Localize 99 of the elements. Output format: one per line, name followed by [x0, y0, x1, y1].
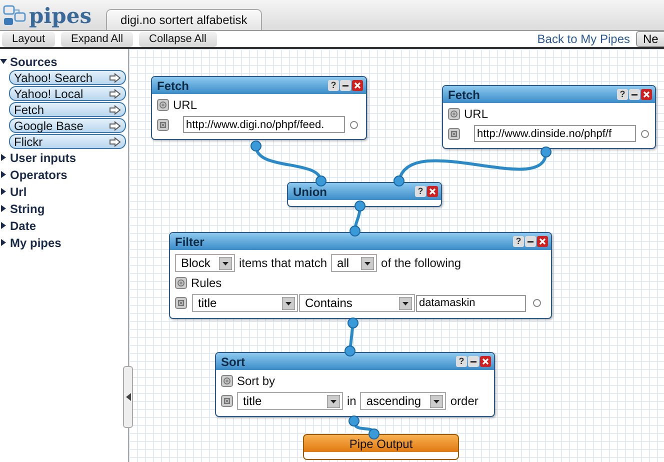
remove-icon[interactable] [175, 297, 187, 309]
mode-dropdown[interactable]: Block [175, 254, 235, 272]
toolbar-button[interactable]: Collapse All [139, 32, 216, 46]
wire-terminal[interactable] [250, 140, 262, 152]
add-icon[interactable] [157, 99, 169, 111]
dropdown-caret-icon[interactable] [430, 394, 444, 408]
operator-dropdown[interactable]: Contains [299, 294, 415, 312]
pipe-tab[interactable]: digi.no sortert alfabetisk [106, 9, 262, 30]
source-item[interactable]: Yahoo! Search [9, 70, 126, 85]
logo-text: pipes [29, 2, 92, 28]
collapsed-triangle-icon[interactable] [0, 154, 7, 161]
sidebar-section[interactable]: Url [0, 183, 128, 200]
module-title: Pipe Output [349, 437, 413, 453]
sidebar-section[interactable]: User inputs [0, 149, 128, 166]
drag-arrow-icon [109, 72, 121, 82]
collapsed-triangle-icon[interactable] [0, 222, 7, 229]
collapsed-triangle-icon[interactable] [0, 239, 7, 246]
sidebar-section[interactable]: Date [0, 217, 128, 234]
wire-terminal[interactable] [350, 226, 360, 236]
wire-terminal[interactable] [348, 416, 360, 426]
add-icon[interactable] [221, 375, 233, 387]
direction-dropdown[interactable]: ascending [360, 392, 446, 410]
toolbar-button[interactable]: Expand All [61, 32, 134, 46]
value-field[interactable]: datamaskin [416, 294, 526, 312]
dropdown-caret-icon[interactable] [282, 296, 295, 310]
terminal-icon[interactable] [532, 298, 542, 308]
toolbar-button[interactable]: Layout [2, 32, 56, 46]
drag-arrow-icon [109, 88, 121, 98]
match-dropdown[interactable]: all [331, 254, 378, 272]
dropdown-caret-icon[interactable] [327, 394, 340, 408]
field-dropdown[interactable]: title [237, 392, 343, 410]
dropdown-caret-icon[interactable] [399, 296, 412, 310]
help-button[interactable]: ? [415, 186, 426, 197]
sidebar-section[interactable]: Operators [0, 166, 128, 183]
add-icon[interactable] [175, 277, 187, 289]
close-icon[interactable] [427, 186, 438, 197]
remove-icon[interactable] [221, 395, 233, 407]
sort-text: order [450, 394, 478, 408]
minimize-icon[interactable] [525, 236, 536, 247]
field-label: Rules [191, 276, 222, 290]
close-icon[interactable] [480, 356, 491, 367]
terminal-icon[interactable] [349, 120, 359, 130]
close-icon[interactable] [641, 89, 652, 100]
close-icon[interactable] [352, 80, 363, 91]
remove-icon[interactable] [448, 128, 460, 140]
field-label: Sort by [237, 374, 276, 388]
add-icon[interactable] [448, 108, 460, 120]
collapsed-triangle-icon[interactable] [0, 171, 7, 178]
dropdown-caret-icon[interactable] [361, 256, 374, 270]
collapse-handle[interactable] [123, 366, 133, 428]
module-title: Sort [221, 354, 245, 368]
help-button[interactable]: ? [456, 356, 467, 367]
collapse-arrow-icon[interactable] [126, 393, 130, 401]
sidebar-section[interactable]: String [0, 200, 128, 217]
filter-text: items that match [239, 256, 328, 270]
wire-terminal[interactable] [348, 318, 358, 328]
wire-terminal[interactable] [316, 176, 326, 186]
sidebar-section[interactable]: Sources [0, 53, 128, 70]
back-link[interactable]: Back to My Pipes [537, 32, 630, 46]
terminal-icon[interactable] [640, 128, 650, 138]
minimize-icon[interactable] [468, 356, 479, 367]
dropdown-caret-icon[interactable] [219, 256, 232, 270]
sidebar-section[interactable]: My pipes [0, 234, 128, 251]
url-field[interactable]: http://www.dinside.no/phpf/f [474, 125, 636, 142]
source-item[interactable]: Yahoo! Local [9, 86, 126, 101]
logo-icon [2, 3, 28, 27]
wire-terminal[interactable] [344, 346, 356, 356]
wire-terminal[interactable] [540, 146, 552, 158]
pipe-output-module[interactable]: Pipe Output [303, 434, 459, 460]
collapsed-triangle-icon[interactable] [0, 205, 7, 212]
wire-terminal[interactable] [354, 200, 366, 212]
wire-terminal[interactable] [394, 176, 404, 186]
toolbar-button[interactable]: Ne [636, 31, 664, 47]
wire-terminal[interactable] [368, 428, 380, 440]
sort-text: in [347, 394, 356, 408]
field-label: URL [173, 98, 198, 112]
module-title: Fetch [448, 88, 480, 102]
module-title: Union [293, 184, 327, 198]
minimize-icon[interactable] [340, 80, 351, 91]
source-item[interactable]: Fetch [9, 102, 126, 117]
expanded-triangle-icon[interactable] [0, 58, 7, 65]
minimize-icon[interactable] [629, 89, 640, 100]
source-item[interactable]: Google Base [9, 118, 126, 133]
remove-icon[interactable] [157, 118, 169, 130]
drag-arrow-icon [109, 136, 121, 146]
help-button[interactable]: ? [617, 89, 628, 100]
source-item[interactable]: Flickr [9, 134, 126, 149]
drag-arrow-icon [109, 104, 121, 114]
close-icon[interactable] [537, 236, 548, 247]
module-title: Fetch [157, 78, 190, 92]
drag-arrow-icon [109, 120, 121, 130]
help-button[interactable]: ? [328, 80, 339, 91]
field-dropdown[interactable]: title [192, 294, 298, 312]
field-label: URL [464, 107, 488, 121]
url-field[interactable]: http://www.digi.no/phpf/feed. [183, 116, 345, 133]
filter-text: of the following [381, 256, 462, 270]
module-title: Filter [175, 234, 204, 248]
collapsed-triangle-icon[interactable] [0, 188, 7, 195]
help-button[interactable]: ? [513, 236, 524, 247]
